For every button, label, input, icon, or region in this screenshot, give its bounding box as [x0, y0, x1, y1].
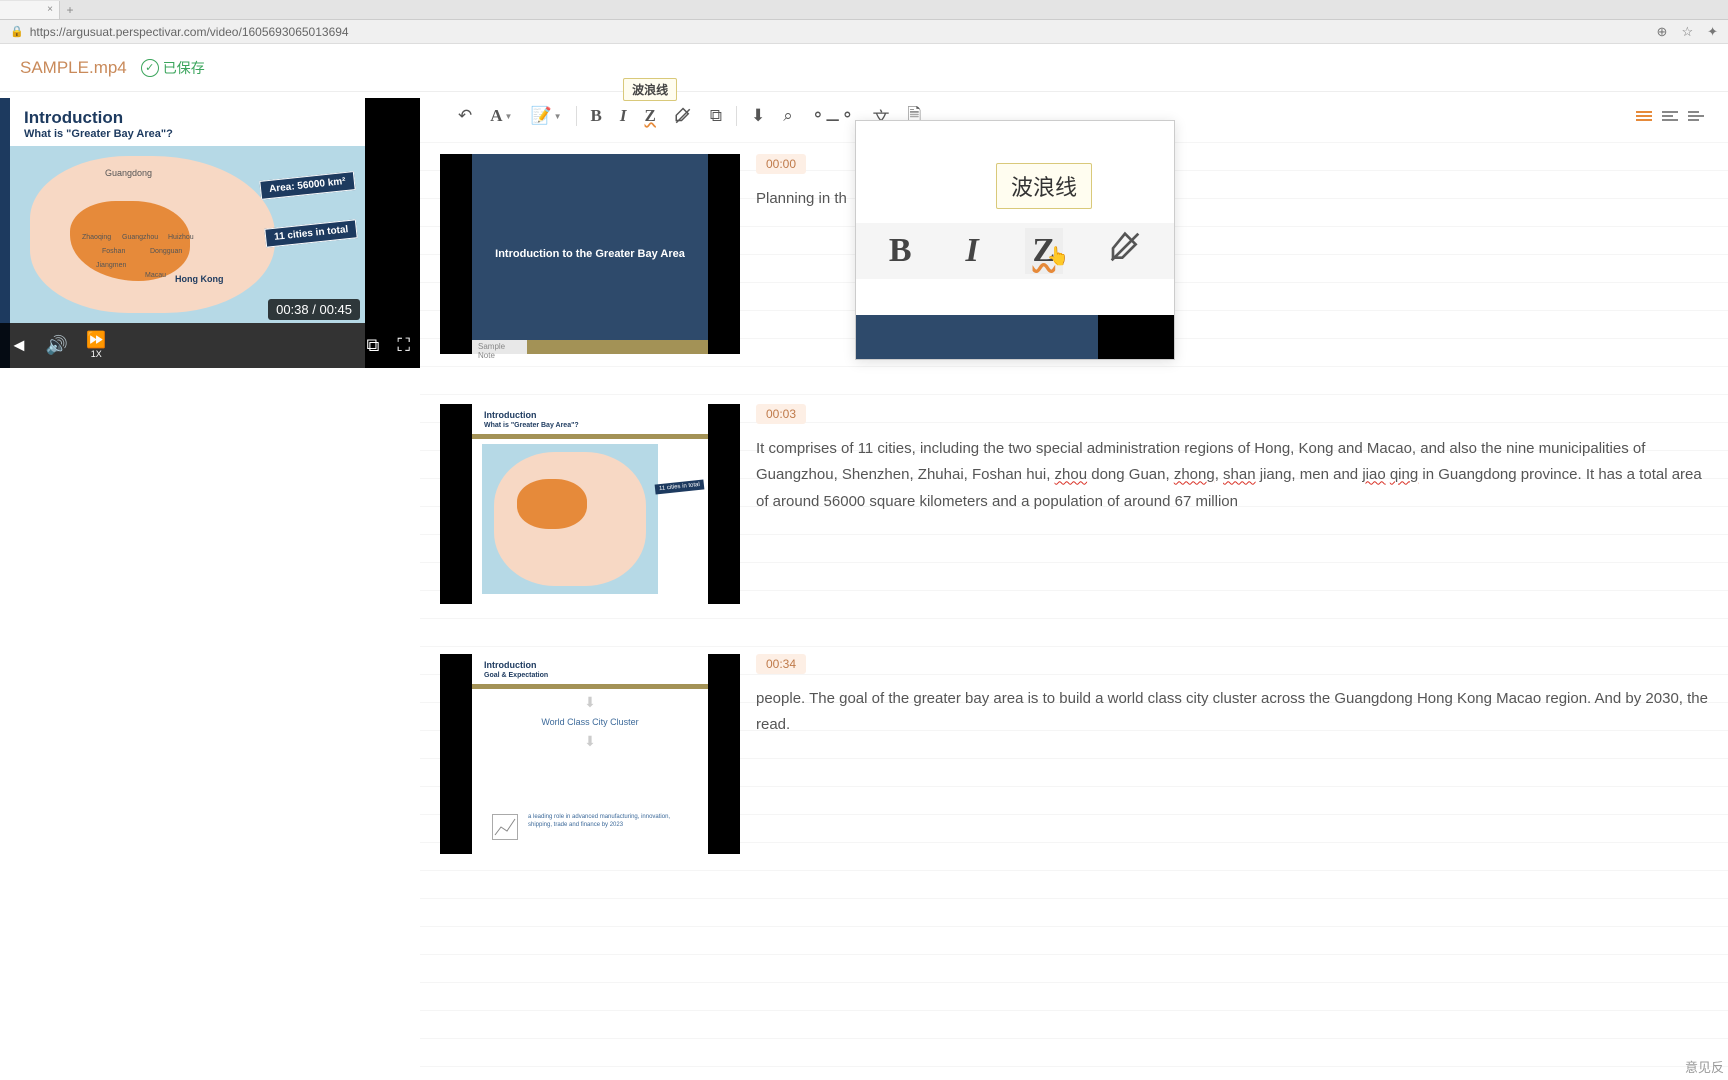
video-player[interactable]: Introduction What is "Greater Bay Area"?… [0, 98, 420, 368]
transcript-text[interactable]: It comprises of 11 cities, including the… [756, 436, 1708, 515]
arrow-down-icon: ⬇ [584, 733, 596, 750]
timestamp-badge[interactable]: 00:00 [756, 154, 806, 174]
tab-close-icon[interactable]: × [47, 4, 53, 15]
highlight-button[interactable]: 📝▼ [530, 106, 561, 126]
video-time: 00:38 / 00:45 [268, 299, 360, 320]
view-detail-icon[interactable] [1662, 111, 1678, 121]
map-banner-area: Area: 56000 km² [260, 171, 356, 200]
speed-label: 1X [91, 349, 102, 359]
url-text[interactable]: https://argusuat.perspectivar.com/video/… [30, 25, 1657, 39]
volume-icon[interactable]: 🔊 [46, 335, 68, 356]
video-slide-title: Introduction [24, 108, 123, 128]
thumb-subtitle: Goal & Expectation [484, 672, 548, 679]
map-label: Dongguan [150, 248, 182, 255]
map-label: Zhaoqing [82, 234, 111, 241]
wavy-tooltip: 波浪线 [623, 78, 677, 101]
format-popup: 波浪线 B I Z 👆 [855, 120, 1175, 360]
video-controls: ◄ 🔊 ⏩ 1X ⧉ ⛶ [0, 323, 420, 368]
popup-clear-button[interactable] [1101, 227, 1149, 276]
timestamp-badge[interactable]: 00:03 [756, 404, 806, 424]
popup-wavy-button[interactable]: Z 👆 [1025, 228, 1064, 274]
map-banner-cities: 11 cities in total [264, 219, 358, 248]
popup-italic-button[interactable]: I [957, 228, 986, 274]
fast-forward-icon: ⏩ [86, 333, 106, 349]
undo-button[interactable]: ↶ [458, 106, 472, 126]
popup-bold-button[interactable]: B [881, 228, 920, 274]
slide-thumbnail[interactable]: Introduction to the Greater Bay Area Sam… [440, 154, 740, 354]
copy-button[interactable]: ⧉ [710, 106, 722, 126]
check-icon: ✓ [141, 59, 159, 77]
chart-icon [492, 814, 518, 840]
slide-thumbnail[interactable]: Introduction Goal & Expectation ⬇ World … [440, 654, 740, 854]
wavy-underline-button[interactable]: Z 波浪线 [645, 106, 656, 126]
extensions-icon[interactable]: ✦ [1707, 24, 1718, 40]
thumb-cluster-label: World Class City Cluster [541, 717, 638, 727]
map-label: Jiangmen [96, 262, 126, 269]
share-button[interactable]: ⚬⚊⚬ [811, 106, 855, 126]
file-name: SAMPLE.mp4 [20, 58, 127, 78]
address-bar: 🔒 https://argusuat.perspectivar.com/vide… [0, 20, 1728, 44]
saved-label: 已保存 [163, 58, 205, 78]
map-label: Guangzhou [122, 234, 158, 241]
bookmark-icon[interactable]: ☆ [1681, 24, 1693, 40]
thumb-note-label: Sample Note [472, 340, 527, 354]
map-label: Foshan [102, 248, 125, 255]
video-pane: Introduction What is "Greater Bay Area"?… [0, 92, 420, 1080]
transcript-block: Introduction Goal & Expectation ⬇ World … [440, 634, 1708, 854]
popup-toolbar-row: B I Z 👆 [856, 223, 1174, 279]
fullscreen-icon[interactable]: ⛶ [397, 335, 410, 356]
italic-button[interactable]: I [620, 106, 627, 126]
browser-tab[interactable]: × [0, 1, 60, 19]
transcript-block: Introduction What is "Greater Bay Area"?… [440, 384, 1708, 604]
map-label: Huizhou [168, 234, 194, 241]
popup-tooltip: 波浪线 [996, 163, 1092, 209]
browser-tab-bar: × + [0, 0, 1728, 20]
thumb-description: a leading role in advanced manufacturing… [528, 814, 694, 830]
download-button[interactable]: ⬇ [751, 106, 765, 126]
thumb-subtitle: What is "Greater Bay Area"? [484, 422, 579, 429]
slide-thumbnail[interactable]: Introduction What is "Greater Bay Area"?… [440, 404, 740, 604]
arrow-down-icon: ⬇ [584, 694, 596, 711]
font-button[interactable]: A▼ [490, 106, 512, 126]
bold-button[interactable]: B [591, 106, 602, 126]
previous-icon[interactable]: ◄ [10, 335, 28, 356]
capture-icon[interactable]: ⧉ [367, 335, 380, 356]
cursor-icon: 👆 [1047, 246, 1069, 268]
speed-button[interactable]: ⏩ 1X [86, 333, 106, 359]
save-status: ✓ 已保存 [141, 58, 205, 78]
video-map: Guangdong Hong Kong Zhaoqing Guangzhou H… [10, 146, 365, 323]
thumb-title: Introduction [484, 410, 537, 420]
timestamp-badge[interactable]: 00:34 [756, 654, 806, 674]
app-header: SAMPLE.mp4 ✓ 已保存 [0, 44, 1728, 92]
transcript-text[interactable]: people. The goal of the greater bay area… [756, 686, 1708, 739]
map-label: Guangdong [105, 168, 152, 178]
thumb-title: Introduction [484, 660, 537, 670]
search-button[interactable]: ⌕ [783, 106, 793, 126]
map-label: Hong Kong [175, 274, 224, 284]
clear-format-button[interactable] [674, 107, 692, 125]
map-label: Macau [145, 272, 166, 279]
new-tab-button[interactable]: + [60, 3, 80, 17]
thumb-title: Introduction to the Greater Bay Area [495, 248, 685, 260]
video-slide-subtitle: What is "Greater Bay Area"? [24, 128, 173, 140]
view-list-icon[interactable] [1636, 111, 1652, 121]
thumb-banner: 11 cities in total [655, 479, 705, 494]
view-compact-icon[interactable] [1688, 111, 1704, 121]
lock-icon: 🔒 [10, 25, 24, 38]
zoom-icon[interactable]: ⊕ [1657, 24, 1668, 40]
feedback-link[interactable]: 意见反 [1685, 1057, 1724, 1076]
